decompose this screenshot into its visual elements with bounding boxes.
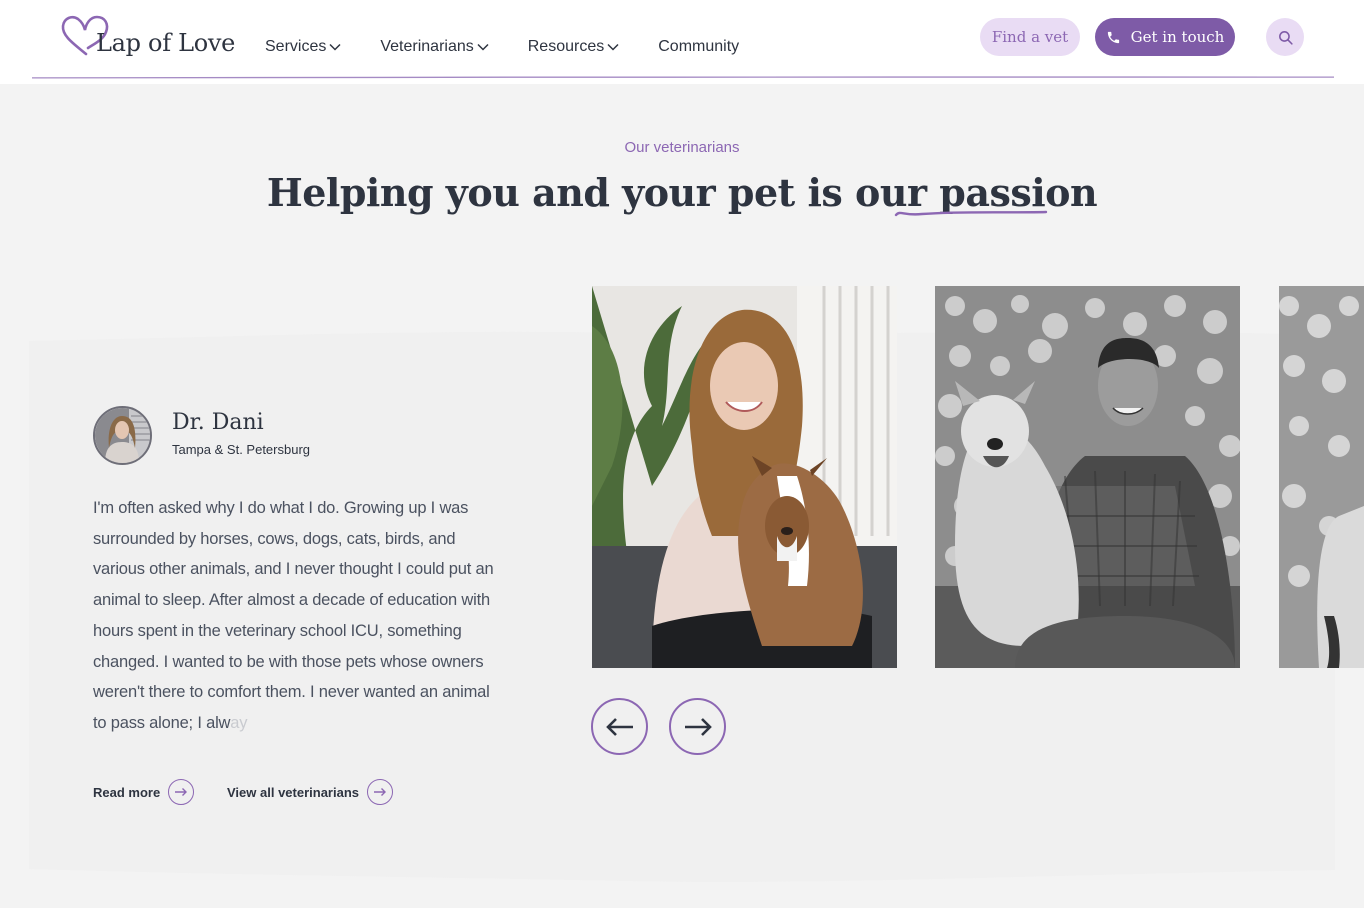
phone-icon: [1107, 31, 1119, 43]
vet-photo-3[interactable]: [1279, 286, 1364, 668]
carousel-prev-button[interactable]: [591, 698, 648, 755]
view-all-label: View all veterinarians: [227, 784, 359, 800]
search-icon: [1278, 30, 1293, 45]
nav-services-label: Services: [265, 38, 327, 55]
find-a-vet-label: Find a vet: [991, 28, 1069, 46]
arrow-right-circle-icon: [168, 779, 195, 805]
vet-avatar: [93, 406, 152, 465]
logo[interactable]: Lap of Love: [60, 14, 235, 58]
nav-community-label: Community: [658, 38, 740, 55]
search-button[interactable]: [1266, 18, 1304, 56]
headline-main: Helping you and your pet is our: [266, 170, 940, 215]
vet-bio-text: I'm often asked why I do what I do. Grow…: [93, 499, 494, 732]
main-nav: Services Veterinarians Resources Communi…: [265, 38, 778, 56]
read-more-link[interactable]: Read more: [93, 779, 195, 805]
section-eyebrow: Our veterinarians: [624, 139, 740, 156]
vet-location: Tampa & St. Petersburg: [172, 442, 311, 457]
nav-veterinarians[interactable]: Veterinarians: [380, 38, 489, 56]
section-headline: Helping you and your pet is our passion: [0, 170, 1364, 215]
find-a-vet-button[interactable]: Find a vet: [980, 18, 1080, 56]
vet-bio-faded-text: ay: [230, 713, 248, 732]
arrow-right-circle-icon: [367, 779, 393, 805]
nav-veterinarians-label: Veterinarians: [380, 38, 474, 55]
view-all-veterinarians-link[interactable]: View all veterinarians: [227, 779, 393, 805]
chevron-down-icon: [329, 43, 341, 51]
arrow-left-icon: [605, 717, 633, 736]
nav-resources-label: Resources: [527, 38, 605, 55]
site-header: Lap of Love Services Veterinarians Resou…: [0, 0, 1364, 84]
get-in-touch-button[interactable]: Get in touch: [1095, 18, 1235, 56]
vet-name: Dr. Dani: [172, 410, 264, 435]
carousel-next-button[interactable]: [669, 698, 726, 755]
nav-services[interactable]: Services: [265, 38, 341, 56]
chevron-down-icon: [607, 43, 619, 51]
read-more-label: Read more: [93, 784, 161, 800]
vet-bio: I'm often asked why I do what I do. Grow…: [93, 493, 503, 739]
nav-community[interactable]: Community: [658, 38, 739, 56]
arrow-right-icon: [684, 717, 712, 736]
header-divider: [32, 76, 1334, 79]
get-in-touch-label: Get in touch: [1130, 28, 1225, 46]
chevron-down-icon: [477, 43, 489, 51]
nav-resources[interactable]: Resources: [528, 38, 619, 56]
logo-text: Lap of Love: [96, 29, 236, 57]
headline-underline: [894, 210, 1048, 217]
vet-photo-dr-dani[interactable]: [592, 286, 897, 668]
vet-photo-2[interactable]: [935, 286, 1240, 668]
